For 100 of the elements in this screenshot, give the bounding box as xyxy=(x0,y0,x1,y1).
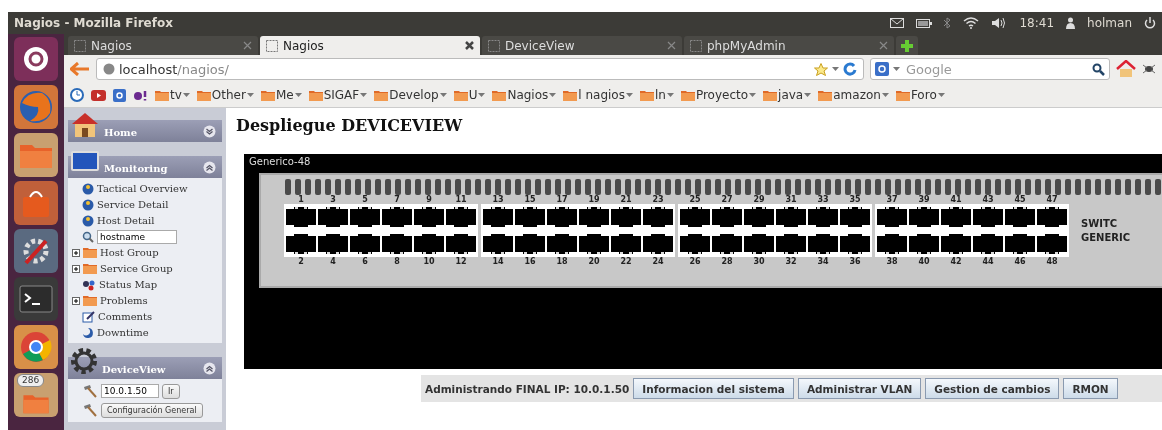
battery-icon[interactable] xyxy=(916,18,933,28)
toolbar-button[interactable]: Gestion de cambios xyxy=(925,378,1060,399)
browser-tab[interactable]: phpMyAdmin xyxy=(684,36,894,55)
expand-icon[interactable] xyxy=(72,296,80,305)
info-dot-icon[interactable] xyxy=(82,214,94,227)
sidebar-link[interactable]: Host Group xyxy=(100,247,159,258)
mail-icon[interactable] xyxy=(890,18,905,28)
browser-tab[interactable]: Nagios xyxy=(260,36,480,55)
search-field[interactable]: Google xyxy=(870,58,1110,80)
wifi-icon[interactable] xyxy=(963,17,980,29)
bookmark-folder[interactable]: Proyecto xyxy=(680,88,757,102)
caret-icon[interactable] xyxy=(246,93,254,97)
power-icon[interactable] xyxy=(1144,17,1156,29)
bookmark-folder[interactable]: SIGAF xyxy=(308,88,368,102)
bookmark-folder[interactable]: Foro xyxy=(895,88,945,102)
sidebar-link[interactable]: Comments xyxy=(98,311,153,322)
go-button[interactable]: Ir xyxy=(162,383,180,399)
toolbar-button[interactable]: Informacion del sistema xyxy=(633,378,794,399)
sidebar-link[interactable]: Service Detail xyxy=(97,199,169,210)
speaker-icon[interactable] xyxy=(991,17,1008,29)
folder-icon[interactable] xyxy=(895,89,910,101)
bookmark-folder[interactable]: java xyxy=(763,88,812,102)
launcher-item[interactable] xyxy=(14,229,58,273)
launcher-item[interactable] xyxy=(14,37,58,81)
caret-icon[interactable] xyxy=(804,93,812,97)
caret-icon[interactable] xyxy=(625,93,633,97)
folder-icon[interactable] xyxy=(639,89,654,101)
sidebar-link[interactable]: Host Detail xyxy=(97,215,155,226)
caret-icon[interactable] xyxy=(549,93,557,97)
new-tab-button[interactable] xyxy=(896,36,918,55)
bookmark-folder[interactable]: tv xyxy=(155,88,190,102)
hostname-field[interactable]: hostname xyxy=(97,229,177,244)
folder-icon[interactable] xyxy=(492,89,507,101)
bookmark-folder[interactable]: ln xyxy=(639,88,674,102)
folder-icon[interactable] xyxy=(196,89,211,101)
bookmark-folder[interactable]: l nagios xyxy=(563,88,633,102)
home-icon[interactable] xyxy=(1116,60,1136,78)
sidebar-link[interactable]: Tactical Overview xyxy=(97,183,188,194)
browser-tab[interactable]: Nagios xyxy=(68,36,258,55)
caret-icon[interactable] xyxy=(749,93,757,97)
folder-icon[interactable] xyxy=(155,89,169,101)
folder-icon[interactable] xyxy=(763,89,778,101)
caret-icon[interactable] xyxy=(937,93,945,97)
notepad-icon[interactable] xyxy=(82,310,95,323)
bookmark-folder[interactable]: Nagios xyxy=(492,88,557,102)
caret-icon[interactable] xyxy=(893,67,900,71)
folder-icon[interactable] xyxy=(308,89,323,101)
folder-icon[interactable] xyxy=(818,89,833,101)
clock-icon[interactable] xyxy=(70,88,84,102)
expand-icon[interactable] xyxy=(72,248,80,257)
bug-icon[interactable] xyxy=(1142,63,1156,75)
search-icon[interactable] xyxy=(82,230,94,243)
launcher-item[interactable]: 286 xyxy=(14,373,58,417)
info-dot-icon[interactable] xyxy=(82,182,94,195)
exclamation-logo-icon[interactable] xyxy=(133,89,148,101)
caret-icon[interactable] xyxy=(832,67,839,71)
browser-tab[interactable]: DeviceView xyxy=(482,36,682,55)
circle-logo-icon[interactable] xyxy=(22,45,50,73)
folder-icon[interactable] xyxy=(563,89,578,101)
expand-icon[interactable] xyxy=(203,125,216,138)
toolbar-button[interactable]: RMON xyxy=(1063,378,1118,399)
caret-icon[interactable] xyxy=(360,93,368,97)
caret-icon[interactable] xyxy=(294,93,302,97)
bookmark-folder[interactable]: Other xyxy=(196,88,254,102)
collapse-icon[interactable] xyxy=(203,362,216,375)
folder-icon[interactable] xyxy=(680,89,695,101)
back-arrow-icon[interactable] xyxy=(70,62,90,76)
bluetooth-icon[interactable] xyxy=(944,17,952,29)
bookmark-folder[interactable]: U xyxy=(453,88,486,102)
expand-icon[interactable] xyxy=(72,264,80,273)
sidebar-link[interactable]: Status Map xyxy=(99,279,158,290)
crescent-icon[interactable] xyxy=(82,326,94,339)
video-play-icon[interactable] xyxy=(91,89,106,101)
folder-icon[interactable] xyxy=(453,89,468,101)
square-logo-icon[interactable] xyxy=(113,88,126,102)
bookmark-folder[interactable]: Develop xyxy=(374,88,447,102)
network-map-icon[interactable] xyxy=(82,278,96,291)
sidebar-link[interactable]: Downtime xyxy=(97,327,149,338)
sidebar-link[interactable]: Problems xyxy=(100,295,148,306)
launcher-item[interactable] xyxy=(14,277,58,321)
bookmark-folder[interactable]: amazon xyxy=(818,88,889,102)
info-dot-icon[interactable] xyxy=(82,198,94,211)
caret-icon[interactable] xyxy=(478,93,486,97)
search-icon[interactable] xyxy=(1092,62,1105,76)
reload-icon[interactable] xyxy=(843,62,857,76)
clock-text[interactable]: 18:41 xyxy=(1019,16,1055,30)
address-bar[interactable]: localhost/nagios/ xyxy=(96,58,864,80)
toolbar-button[interactable]: Administrar VLAN xyxy=(797,378,922,399)
ip-field[interactable]: 10.0.1.50 xyxy=(101,384,159,398)
caret-icon[interactable] xyxy=(182,93,190,97)
bookmark-folder[interactable]: Me xyxy=(260,88,302,102)
user-name[interactable]: holman xyxy=(1087,16,1132,30)
collapse-icon[interactable] xyxy=(203,161,216,174)
caret-icon[interactable] xyxy=(666,93,674,97)
folder-icon[interactable] xyxy=(374,89,389,101)
terminal-icon[interactable] xyxy=(19,285,53,313)
caret-icon[interactable] xyxy=(881,93,889,97)
caret-icon[interactable] xyxy=(439,93,447,97)
star-icon[interactable] xyxy=(814,62,828,76)
search-engine-icon[interactable] xyxy=(875,62,889,76)
